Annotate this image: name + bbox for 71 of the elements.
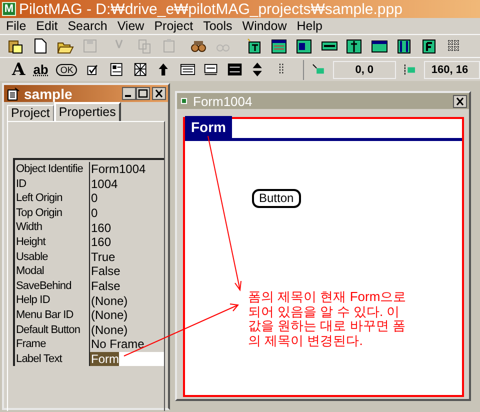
property-name: Default Button bbox=[15, 322, 90, 338]
list-icon[interactable] bbox=[296, 38, 313, 54]
property-value[interactable]: No Frame bbox=[90, 337, 164, 352]
menu-item[interactable]: View bbox=[112, 18, 150, 34]
menu-item[interactable]: Edit bbox=[31, 18, 63, 34]
size-icon bbox=[404, 62, 416, 76]
close-button[interactable] bbox=[152, 87, 166, 100]
window-title: PilotMAG - D:₩drive_e₩pilotMAG_projects₩sample.ppp bbox=[19, 0, 402, 18]
font-icon[interactable] bbox=[421, 38, 438, 54]
clipboard-icon[interactable] bbox=[7, 38, 24, 54]
property-value[interactable]: True bbox=[90, 250, 164, 264]
property-name: Object Identifie bbox=[15, 162, 90, 177]
new-form-icon[interactable] bbox=[246, 38, 263, 54]
tab[interactable]: Project bbox=[7, 105, 54, 121]
position-icon bbox=[312, 62, 326, 76]
list-icon[interactable] bbox=[180, 61, 196, 78]
menu-item[interactable]: File bbox=[1, 18, 32, 34]
popup-icon[interactable] bbox=[203, 61, 219, 78]
menu-item[interactable]: Window bbox=[237, 18, 292, 34]
label-tool-icon[interactable]: A bbox=[12, 60, 26, 78]
property-value[interactable]: 0 bbox=[90, 206, 164, 220]
form-icon[interactable] bbox=[271, 38, 288, 54]
panel-title: sample bbox=[24, 86, 72, 102]
property-name: Height bbox=[15, 234, 90, 250]
field-tool-icon[interactable]: ab bbox=[33, 62, 48, 76]
new-file-icon[interactable] bbox=[32, 38, 49, 54]
property-name: Menu Bar ID bbox=[15, 308, 90, 323]
property-name: Left Origin bbox=[15, 191, 90, 206]
property-name: Width bbox=[15, 220, 90, 235]
annotation-text: 폼의 제목이 현재 Form으로 되어 있음을 알 수 있다. 이 값을 원하는 대로 바꾸면 폼 의 제목이 변경된다. bbox=[248, 290, 408, 348]
form-window-title: Form1004 bbox=[193, 94, 252, 108]
property-value[interactable]: 0 bbox=[90, 191, 164, 206]
property-value[interactable]: 160 bbox=[90, 235, 164, 250]
column-icon[interactable] bbox=[396, 38, 413, 54]
minimize-button[interactable] bbox=[122, 87, 136, 100]
property-name: Help ID bbox=[15, 293, 90, 308]
property-value[interactable]: 160 bbox=[90, 220, 164, 235]
hatched-box-icon[interactable] bbox=[132, 61, 148, 78]
push-button-icon[interactable] bbox=[226, 61, 242, 78]
menu-item[interactable]: Project bbox=[149, 18, 198, 34]
close-button[interactable] bbox=[453, 94, 467, 108]
field-icon[interactable] bbox=[346, 38, 363, 54]
table-icon[interactable] bbox=[108, 61, 125, 78]
maximize-button[interactable] bbox=[136, 87, 150, 100]
menu-item[interactable]: Search bbox=[62, 18, 112, 34]
button-tool-icon[interactable]: OK bbox=[56, 64, 78, 76]
form-title: Form bbox=[185, 116, 232, 138]
property-value[interactable]: Form1004 bbox=[90, 162, 164, 176]
app-icon: M bbox=[2, 2, 16, 16]
form-button[interactable]: Button bbox=[252, 189, 301, 208]
property-value[interactable]: (None) bbox=[90, 322, 164, 337]
property-name: Frame bbox=[15, 337, 90, 352]
size-field: 160, 16 bbox=[424, 60, 480, 78]
property-name: SaveBehind bbox=[15, 278, 90, 294]
property-value[interactable]: (None) bbox=[90, 308, 164, 322]
document-icon bbox=[6, 86, 20, 100]
property-value[interactable]: False bbox=[90, 279, 164, 294]
property-value[interactable]: (None) bbox=[90, 294, 164, 308]
window-icon bbox=[181, 98, 187, 104]
property-value[interactable]: 1004 bbox=[90, 176, 164, 191]
property-name: Usable bbox=[15, 250, 90, 264]
menu-item[interactable]: Tools bbox=[198, 18, 238, 34]
window-icon[interactable] bbox=[371, 38, 388, 54]
menu-item[interactable]: Help bbox=[292, 18, 328, 34]
property-name: Top Origin bbox=[15, 206, 90, 220]
property-name: ID bbox=[15, 176, 90, 192]
property-value[interactable]: False bbox=[90, 264, 164, 278]
position-field: 0, 0 bbox=[333, 60, 396, 78]
property-value-field[interactable]: Form bbox=[90, 352, 164, 366]
tab[interactable]: Properties bbox=[54, 102, 121, 121]
property-name: Modal bbox=[15, 264, 90, 279]
